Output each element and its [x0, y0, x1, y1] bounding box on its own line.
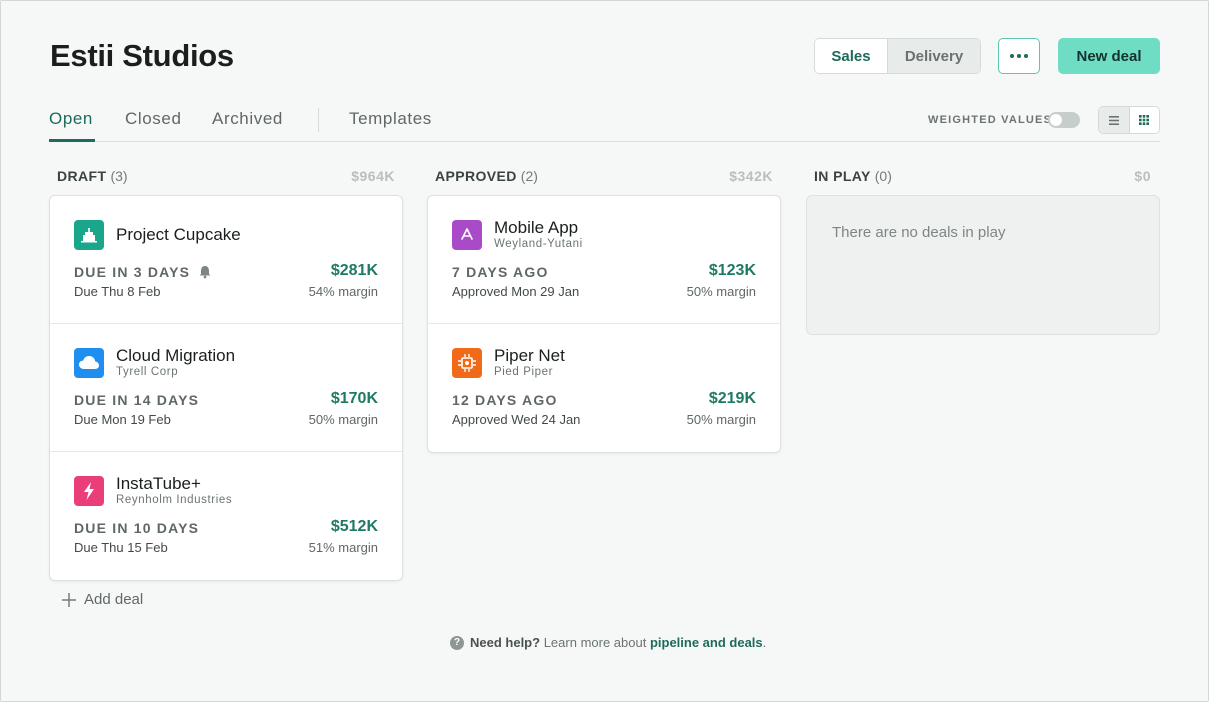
cloud-icon: [74, 348, 104, 378]
chip-icon: [452, 348, 482, 378]
deal-client: Tyrell Corp: [116, 366, 179, 378]
in-play-empty-state: There are no deals in play: [806, 195, 1160, 335]
column-header-approved: APPROVED (2): [435, 168, 538, 186]
deal-date: Due Thu 8 Feb: [74, 284, 161, 299]
deal-title: Piper Net: [494, 346, 565, 365]
active-tab-indicator: [49, 139, 95, 142]
deal-due-text: DUE IN 3 DAYS: [74, 264, 191, 280]
more-dots-icon: [1010, 54, 1014, 58]
list-icon: [1108, 115, 1119, 125]
deal-card[interactable]: Piper Net Pied Piper 12 DAYS AGO Approve…: [428, 324, 780, 452]
approved-deals: Mobile App Weyland-Yutani 7 DAYS AGO App…: [427, 195, 781, 453]
weighted-values-toggle[interactable]: [1048, 112, 1080, 128]
board-view-button[interactable]: [1129, 107, 1159, 133]
empty-state-text: There are no deals in play: [832, 224, 1006, 241]
more-dots-icon: [1024, 54, 1028, 58]
bolt-icon: [74, 476, 104, 506]
column-count: (2): [520, 168, 538, 184]
tab-open[interactable]: Open: [49, 109, 93, 129]
deal-card[interactable]: Cloud Migration Tyrell Corp DUE IN 14 DA…: [50, 324, 402, 452]
deal-title: InstaTube+: [116, 474, 201, 493]
deal-title: Mobile App: [494, 218, 579, 237]
deal-client: Pied Piper: [494, 366, 554, 378]
help-footer: ? Need help? Learn more about pipeline a…: [450, 635, 766, 650]
list-view-button[interactable]: [1099, 107, 1130, 133]
column-total: $0: [1134, 168, 1151, 184]
deal-client: Reynholm Industries: [116, 494, 233, 506]
add-deal-button[interactable]: Add deal: [62, 591, 143, 608]
column-name: DRAFT: [57, 168, 107, 184]
column-header-in-play: IN PLAY (0): [814, 168, 892, 186]
help-text: Learn more about: [543, 635, 647, 650]
deal-date: Due Mon 19 Feb: [74, 412, 171, 427]
deal-card[interactable]: InstaTube+ Reynholm Industries DUE IN 10…: [50, 452, 402, 580]
deal-card[interactable]: Project Cupcake DUE IN 3 DAYS Due Thu 8 …: [50, 196, 402, 324]
deal-date: Approved Mon 29 Jan: [452, 284, 580, 299]
column-total: $964K: [351, 168, 395, 184]
segment-delivery[interactable]: Delivery: [888, 39, 980, 73]
draft-deals: Project Cupcake DUE IN 3 DAYS Due Thu 8 …: [49, 195, 403, 581]
view-toggle: [1098, 106, 1160, 134]
plus-icon: [62, 592, 76, 607]
deal-margin: 51% margin: [308, 540, 378, 555]
deal-amount: $219K: [708, 390, 756, 407]
column-count: (3): [110, 168, 128, 184]
deal-title: Cloud Migration: [116, 346, 236, 365]
help-suffix: .: [762, 635, 767, 650]
deal-amount: $170K: [330, 390, 378, 407]
tab-closed[interactable]: Closed: [125, 109, 182, 129]
deal-margin: 50% margin: [686, 412, 756, 427]
column-count: (0): [874, 168, 892, 184]
column-name: APPROVED: [435, 168, 517, 184]
new-deal-button[interactable]: New deal: [1058, 38, 1160, 74]
deal-client: Weyland-Yutani: [494, 238, 583, 250]
segment-sales[interactable]: Sales: [815, 39, 888, 73]
deal-due: DUE IN 14 DAYS: [74, 392, 200, 408]
deal-margin: 50% margin: [686, 284, 756, 299]
deal-date: Due Thu 15 Feb: [74, 540, 168, 555]
add-deal-label: Add deal: [84, 591, 144, 608]
deal-due: DUE IN 10 DAYS: [74, 520, 200, 536]
tab-divider: [318, 108, 319, 132]
page-title: Estii Studios: [50, 38, 234, 73]
deal-due: DUE IN 3 DAYS: [74, 264, 212, 280]
pipeline-switcher: Sales Delivery: [814, 38, 981, 74]
weighted-values-label: WEIGHTED VALUES: [928, 114, 1053, 126]
deal-margin: 54% margin: [308, 284, 378, 299]
bell-icon: [199, 266, 211, 279]
help-link[interactable]: pipeline and deals: [650, 635, 763, 650]
tab-templates[interactable]: Templates: [349, 109, 432, 129]
app-store-icon: [452, 220, 482, 250]
deal-amount: $512K: [330, 518, 378, 535]
deal-amount: $281K: [330, 262, 378, 279]
deal-due: 7 DAYS AGO: [452, 264, 549, 280]
cake-icon: [74, 220, 104, 250]
column-name: IN PLAY: [814, 168, 871, 184]
deal-due: 12 DAYS AGO: [452, 392, 558, 408]
more-dots-icon: [1017, 54, 1021, 58]
tab-archived[interactable]: Archived: [212, 109, 283, 129]
deal-date: Approved Wed 24 Jan: [452, 412, 581, 427]
column-total: $342K: [729, 168, 773, 184]
deal-card[interactable]: Mobile App Weyland-Yutani 7 DAYS AGO App…: [428, 196, 780, 324]
more-options-button[interactable]: [998, 38, 1040, 74]
deal-amount: $123K: [708, 262, 756, 279]
tabs-divider: [49, 141, 1160, 142]
column-header-draft: DRAFT (3): [57, 168, 128, 186]
help-prefix: Need help?: [470, 635, 541, 650]
deal-margin: 50% margin: [308, 412, 378, 427]
help-icon: ?: [450, 635, 464, 650]
toggle-knob: [1050, 114, 1062, 126]
deal-title: Project Cupcake: [116, 225, 241, 244]
grid-icon: [1139, 115, 1150, 125]
